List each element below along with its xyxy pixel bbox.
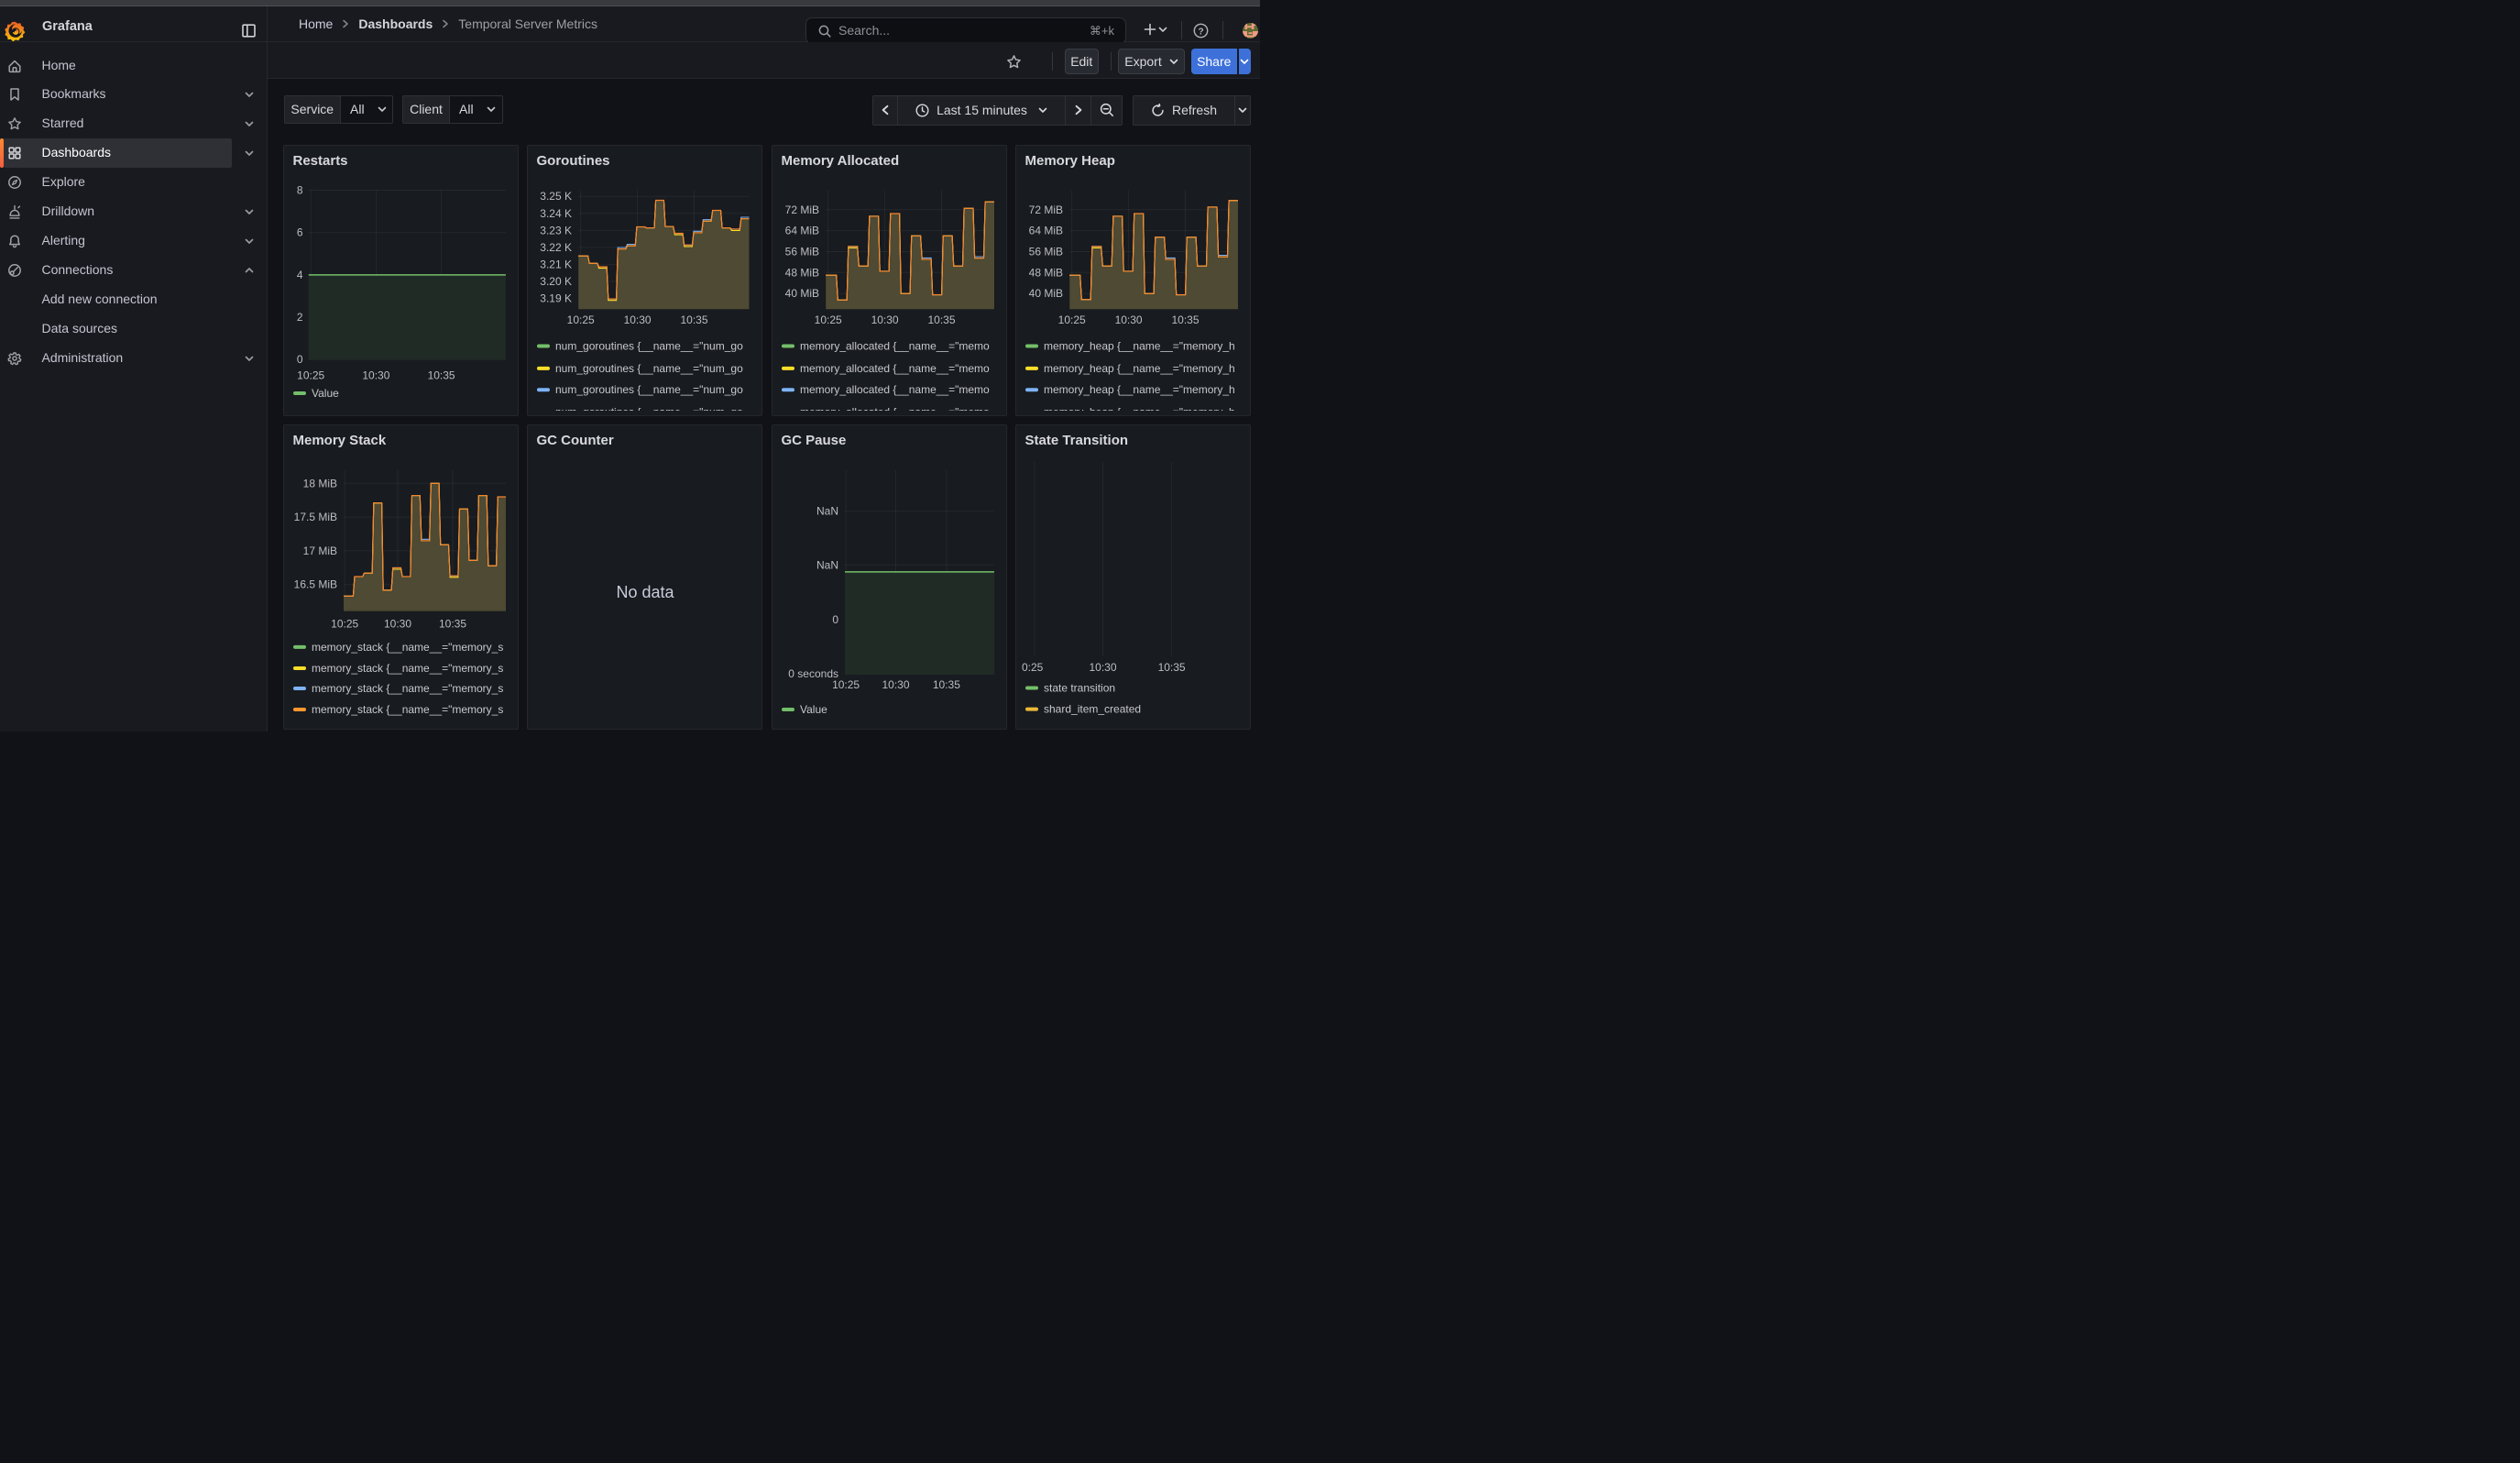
svg-text:40 MiB: 40 MiB: [1028, 287, 1062, 300]
svg-text:10:35: 10:35: [1157, 661, 1185, 674]
svg-text:memory_stack {__name__="memory: memory_stack {__name__="memory_s: [312, 703, 503, 716]
svg-text:64 MiB: 64 MiB: [784, 225, 818, 237]
svg-text:10:30: 10:30: [362, 369, 389, 382]
svg-text:3.22 K: 3.22 K: [540, 241, 572, 254]
svg-text:memory_heap {__name__="memory_: memory_heap {__name__="memory_h: [1044, 362, 1235, 375]
svg-text:memory_heap {__name__="memory_: memory_heap {__name__="memory_h: [1044, 383, 1235, 396]
svg-text:8: 8: [296, 184, 302, 197]
svg-text:0 seconds: 0 seconds: [788, 667, 838, 680]
svg-text:64 MiB: 64 MiB: [1028, 225, 1062, 237]
svg-text:10:30: 10:30: [882, 678, 909, 691]
svg-text:shard_item_created: shard_item_created: [1044, 703, 1141, 716]
svg-text:40 MiB: 40 MiB: [784, 287, 818, 300]
svg-text:3.20 K: 3.20 K: [540, 275, 572, 288]
svg-text:72 MiB: 72 MiB: [784, 204, 818, 216]
svg-text:10:25: 10:25: [1057, 314, 1085, 326]
svg-text:3.25 K: 3.25 K: [540, 190, 572, 203]
svg-text:state transition: state transition: [1044, 682, 1115, 695]
svg-text:num_goroutines {__name__="num_: num_goroutines {__name__="num_go: [555, 362, 743, 375]
svg-text:3.23 K: 3.23 K: [540, 224, 572, 236]
svg-text:memory_allocated {__name__="me: memory_allocated {__name__="memo: [800, 340, 990, 353]
svg-text:?: ?: [1198, 27, 1203, 37]
svg-text:72 MiB: 72 MiB: [1028, 204, 1062, 216]
svg-text:memory_stack {__name__="memory: memory_stack {__name__="memory_s: [312, 641, 503, 654]
svg-text:memory_stack {__name__="memory: memory_stack {__name__="memory_s: [312, 682, 503, 695]
svg-text:18 MiB: 18 MiB: [302, 477, 336, 490]
svg-text:Value: Value: [312, 387, 339, 400]
svg-text:NaN: NaN: [816, 505, 838, 518]
svg-text:48 MiB: 48 MiB: [784, 266, 818, 279]
svg-text:10:30: 10:30: [623, 314, 651, 326]
svg-text:10:30: 10:30: [871, 314, 898, 326]
svg-text:17.5 MiB: 17.5 MiB: [293, 511, 336, 523]
svg-text:num_goroutines {__name__="num_: num_goroutines {__name__="num_go: [555, 340, 743, 353]
svg-text:memory_allocated {__name__="me: memory_allocated {__name__="memo: [800, 362, 990, 375]
svg-text:10:25: 10:25: [331, 618, 358, 631]
svg-text:0: 0: [832, 613, 838, 626]
svg-text:NaN: NaN: [816, 558, 838, 571]
svg-text:10:30: 10:30: [1114, 314, 1142, 326]
svg-text:10:35: 10:35: [680, 314, 707, 326]
svg-text:10:35: 10:35: [927, 314, 955, 326]
svg-text:0: 0: [296, 353, 302, 366]
svg-text:16.5 MiB: 16.5 MiB: [293, 578, 336, 591]
svg-text:10:30: 10:30: [383, 618, 411, 631]
svg-text:memory_heap {__name__="memory_: memory_heap {__name__="memory_h: [1044, 340, 1235, 353]
svg-text:56 MiB: 56 MiB: [784, 246, 818, 258]
svg-text:56 MiB: 56 MiB: [1028, 246, 1062, 258]
svg-text:10:35: 10:35: [427, 369, 455, 382]
svg-text:num_goroutines {__name__="num_: num_goroutines {__name__="num_go: [555, 383, 743, 396]
svg-text:4: 4: [296, 269, 302, 281]
svg-text:Value: Value: [800, 703, 827, 716]
svg-text:0:25: 0:25: [1022, 661, 1044, 674]
svg-text:6: 6: [296, 226, 302, 239]
svg-text:2: 2: [296, 311, 302, 324]
svg-text:10:35: 10:35: [1171, 314, 1199, 326]
svg-text:17 MiB: 17 MiB: [302, 544, 336, 557]
svg-text:3.21 K: 3.21 K: [540, 258, 572, 270]
svg-text:10:25: 10:25: [814, 314, 841, 326]
svg-text:10:35: 10:35: [932, 678, 959, 691]
svg-text:memory_allocated {__name__="me: memory_allocated {__name__="memo: [800, 383, 990, 396]
svg-text:10:30: 10:30: [1089, 661, 1116, 674]
svg-text:10:25: 10:25: [297, 369, 324, 382]
svg-text:3.24 K: 3.24 K: [540, 207, 572, 220]
svg-text:10:25: 10:25: [832, 678, 860, 691]
svg-text:48 MiB: 48 MiB: [1028, 266, 1062, 279]
svg-text:10:25: 10:25: [566, 314, 594, 326]
svg-text:10:35: 10:35: [438, 618, 466, 631]
svg-text:memory_stack {__name__="memory: memory_stack {__name__="memory_s: [312, 662, 503, 675]
svg-text:3.19 K: 3.19 K: [540, 292, 572, 305]
